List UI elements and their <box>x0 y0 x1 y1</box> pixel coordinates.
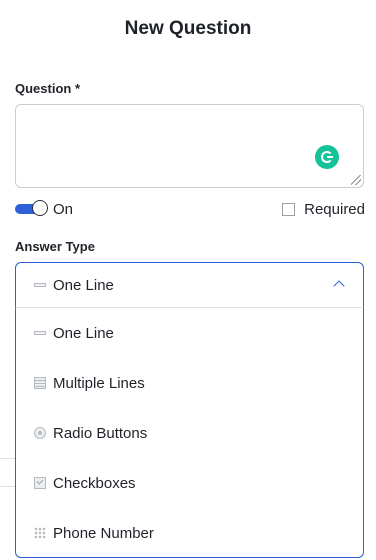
option-label: One Line <box>53 324 114 342</box>
checkbox-icon <box>34 477 46 489</box>
answer-type-selected-value: One Line <box>53 276 114 294</box>
option-label: Checkboxes <box>53 474 136 492</box>
answer-type-option-phone-number[interactable]: Phone Number <box>16 508 363 558</box>
answer-type-option-one-line[interactable]: One Line <box>16 308 363 358</box>
new-question-dialog: New Question Question * On Required Answ… <box>0 0 376 560</box>
toggle-label: On <box>53 200 74 218</box>
background-divider <box>0 486 15 487</box>
grammarly-icon[interactable] <box>315 145 339 169</box>
answer-type-option-radio-buttons[interactable]: Radio Buttons <box>16 408 363 458</box>
option-label: Radio Buttons <box>53 424 148 442</box>
option-label: Multiple Lines <box>53 374 145 392</box>
required-checkbox-row[interactable]: Required <box>282 200 365 218</box>
background-divider <box>0 458 15 459</box>
phone-keypad-icon <box>34 527 46 539</box>
single-line-icon <box>34 327 46 339</box>
single-line-icon <box>34 279 46 291</box>
option-label: Phone Number <box>53 524 154 542</box>
multiple-lines-icon <box>34 377 46 389</box>
answer-type-option-multiple-lines[interactable]: Multiple Lines <box>16 358 363 408</box>
required-label: Required <box>304 200 365 218</box>
on-toggle-switch[interactable] <box>15 200 49 218</box>
answer-type-select[interactable]: One Line <box>15 262 364 308</box>
dialog-title: New Question <box>124 18 252 39</box>
question-label: Question * <box>15 81 81 96</box>
resize-handle-icon[interactable] <box>351 175 361 185</box>
answer-type-option-checkboxes[interactable]: Checkboxes <box>16 458 363 508</box>
chevron-up-icon[interactable] <box>333 280 345 292</box>
question-textarea[interactable] <box>15 104 364 188</box>
answer-type-label: Answer Type <box>15 239 95 254</box>
required-checkbox[interactable] <box>282 202 296 216</box>
answer-type-dropdown-menu: One Line Multiple Lines Radio Buttons Ch… <box>15 307 364 558</box>
on-toggle-row[interactable]: On <box>15 200 73 218</box>
radio-button-icon <box>34 427 46 439</box>
